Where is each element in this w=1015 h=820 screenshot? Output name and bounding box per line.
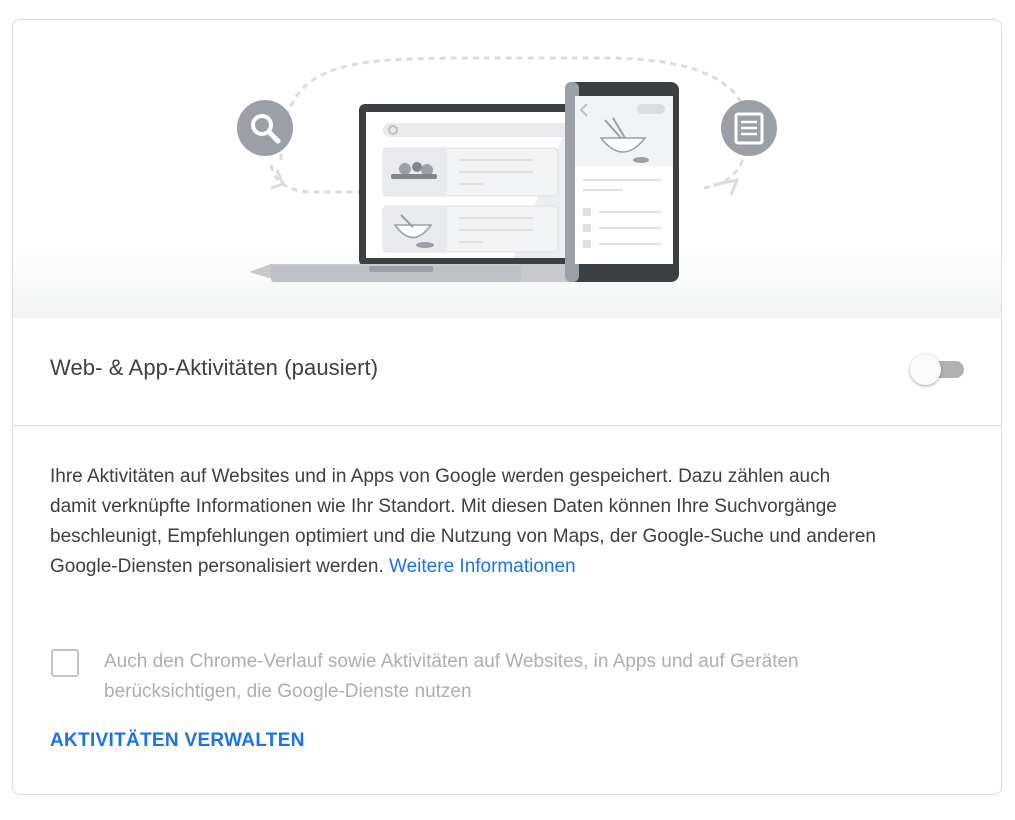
dashed-loop-left xyxy=(269,164,373,194)
laptop-illustration xyxy=(249,104,581,282)
chrome-history-checkbox[interactable] xyxy=(51,649,79,677)
illustration-banner xyxy=(13,20,1001,318)
activity-illustration xyxy=(237,56,777,282)
web-app-activity-card: Web- & App-Aktivitäten (pausiert) Ihre A… xyxy=(12,19,1002,795)
chrome-history-label: Auch den Chrome-Verlauf sowie Aktivitäte… xyxy=(104,651,799,702)
search-icon xyxy=(237,100,293,156)
manage-activity-button[interactable]: AKTIVITÄTEN VERWALTEN xyxy=(50,730,305,752)
activity-toggle-switch[interactable] xyxy=(910,353,968,385)
document-icon xyxy=(721,100,777,156)
arrow-right xyxy=(712,177,740,196)
learn-more-link[interactable]: Weitere Informationen xyxy=(389,556,576,577)
activity-toggle-row: Web- & App-Aktivitäten (pausiert) xyxy=(13,318,1001,426)
switch-thumb xyxy=(910,354,941,385)
activity-description: Ihre Aktivitäten auf Websites und in App… xyxy=(50,462,880,582)
chrome-history-option: Auch den Chrome-Verlauf sowie Aktivitäte… xyxy=(50,647,950,713)
setting-title: Web- & App-Aktivitäten (pausiert) xyxy=(50,355,379,380)
phone-illustration xyxy=(565,82,679,282)
